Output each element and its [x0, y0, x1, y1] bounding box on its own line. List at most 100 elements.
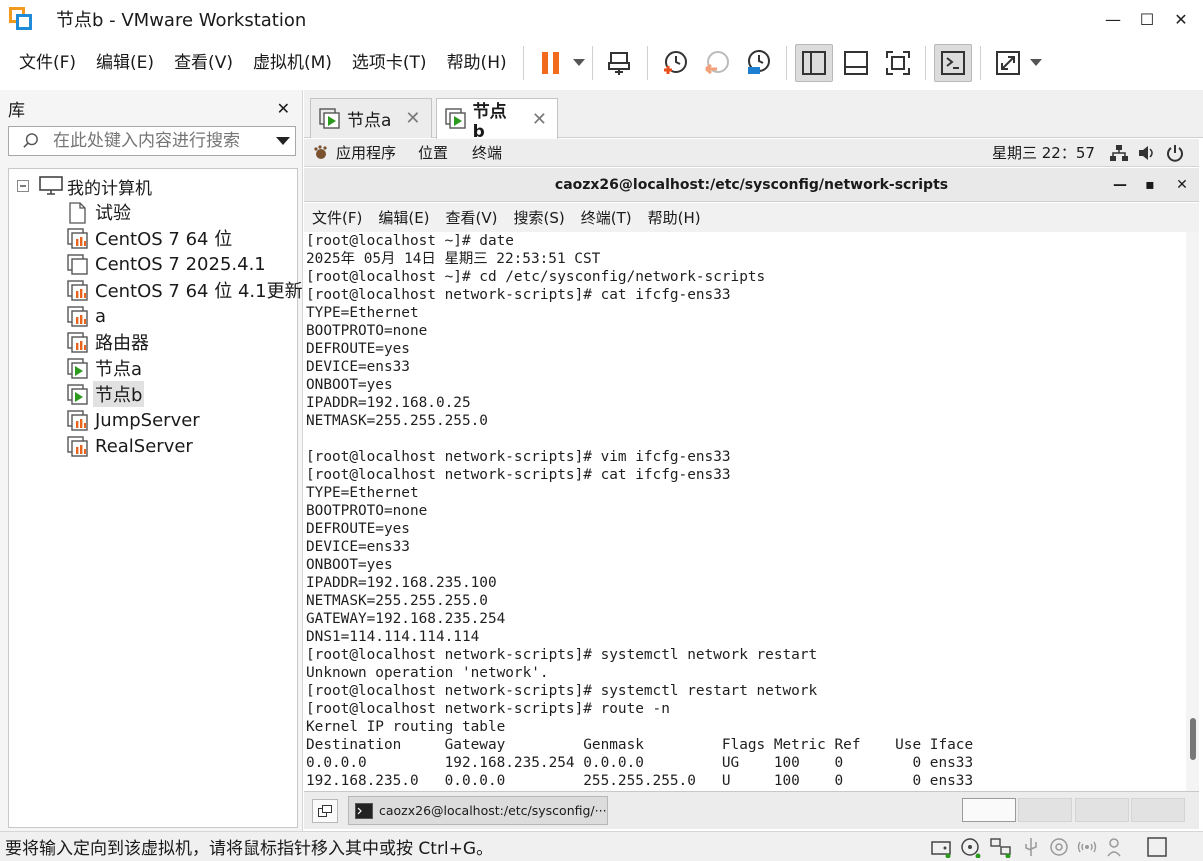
- vm-off-icon: [67, 436, 88, 457]
- terminal-menu-file[interactable]: 文件(F): [304, 207, 370, 228]
- library-search-box[interactable]: [8, 126, 296, 156]
- power-icon[interactable]: [1166, 144, 1184, 162]
- terminal-maximize-button[interactable]: ▪: [1133, 168, 1167, 202]
- wireless-icon[interactable]: [1076, 836, 1098, 858]
- maximize-button[interactable]: ☐: [1129, 0, 1165, 38]
- library-vm-item[interactable]: 节点a: [67, 355, 144, 381]
- library-vm-item[interactable]: 节点b: [67, 381, 145, 407]
- power-dropdown[interactable]: [572, 44, 586, 82]
- toolbar-separator: [646, 46, 648, 80]
- terminal-line: [root@localhost network-scripts]# vim if…: [306, 449, 731, 465]
- network-icon[interactable]: [1110, 144, 1128, 162]
- network-adapter-icon[interactable]: [990, 836, 1012, 858]
- library-vm-label: CentOS 7 64 位 4.1更新: [95, 281, 303, 302]
- gnome-places-menu[interactable]: 位置: [418, 142, 448, 163]
- vm-running-icon: [445, 108, 466, 129]
- library-panel: 库 ✕ 我的计算机 试验 CentOS 7 64 位 CentOS 7 2025.4…: [0, 90, 303, 831]
- console-view-button[interactable]: [933, 44, 972, 82]
- sound-card-icon[interactable]: [1048, 836, 1070, 858]
- vm-off-icon: [67, 306, 88, 327]
- library-vm-item[interactable]: JumpServer: [67, 407, 202, 433]
- terminal-output[interactable]: [root@localhost ~]# date 2025年 05月 14日 星期…: [304, 232, 1186, 791]
- library-vm-item[interactable]: a: [67, 303, 108, 329]
- usb-icon[interactable]: [1020, 836, 1042, 858]
- menu-help[interactable]: 帮助(H): [437, 38, 517, 88]
- menu-edit[interactable]: 编辑(E): [86, 38, 164, 88]
- minimize-button[interactable]: —: [1095, 0, 1131, 38]
- snapshot-manager-button[interactable]: [740, 44, 778, 82]
- revert-snapshot-button[interactable]: [698, 44, 736, 82]
- terminal-close-button[interactable]: ✕: [1165, 168, 1199, 202]
- library-vm-item[interactable]: CentOS 7 64 位 4.1更新: [67, 277, 305, 303]
- send-ctrl-alt-del-button[interactable]: [601, 44, 639, 82]
- terminal-menu-search[interactable]: 搜索(S): [506, 207, 573, 228]
- terminal-line: NETMASK=255.255.255.0: [306, 413, 488, 429]
- suspend-button[interactable]: [532, 44, 570, 82]
- library-search-input[interactable]: [52, 131, 272, 151]
- collapse-icon[interactable]: [17, 180, 29, 192]
- tab-label: 节点a: [347, 111, 392, 131]
- terminal-line: 192.168.235.0 0.0.0.0 255.255.255.0 U 10…: [306, 773, 974, 789]
- terminal-menu-view[interactable]: 查看(V): [438, 207, 506, 228]
- toolbar-separator: [591, 46, 593, 80]
- stretch-dropdown[interactable]: [1029, 44, 1043, 82]
- tab-close-icon[interactable]: ✕: [405, 108, 420, 129]
- library-close-button[interactable]: ✕: [277, 99, 290, 118]
- terminal-menu-terminal[interactable]: 终端(T): [573, 207, 640, 228]
- tab-node-a[interactable]: 节点a ✕: [310, 98, 432, 138]
- message-log-icon[interactable]: [1146, 836, 1168, 858]
- library-vm-item[interactable]: RealServer: [67, 433, 195, 459]
- workspace-4[interactable]: [1131, 798, 1185, 822]
- tree-root[interactable]: 我的计算机: [17, 173, 152, 199]
- show-desktop-button[interactable]: [312, 799, 338, 823]
- terminal-menu-help[interactable]: 帮助(H): [640, 207, 709, 228]
- menu-view[interactable]: 查看(V): [164, 38, 243, 88]
- gnome-clock[interactable]: 星期三 22：57: [992, 142, 1095, 163]
- cd-dvd-icon[interactable]: [960, 836, 982, 858]
- gnome-applications-menu[interactable]: 应用程序: [336, 142, 396, 163]
- tab-close-icon[interactable]: ✕: [532, 109, 547, 130]
- console-icon: [940, 51, 965, 75]
- tab-node-b[interactable]: 节点b ✕: [436, 98, 558, 142]
- terminal-scrollbar[interactable]: [1186, 232, 1199, 791]
- user-icon[interactable]: [1106, 836, 1128, 858]
- workspace-2[interactable]: [1018, 798, 1072, 822]
- template-icon: [67, 202, 87, 224]
- terminal-line: IPADDR=192.168.0.25: [306, 395, 471, 411]
- library-vm-label: 试验: [95, 203, 131, 224]
- terminal-title-bar: caozx26@localhost:/etc/sysconfig/network…: [304, 168, 1199, 202]
- taskbar-terminal-button[interactable]: caozx26@localhost:/etc/sysconfig/···: [348, 796, 608, 825]
- library-view-icon: [801, 51, 826, 75]
- volume-icon[interactable]: [1138, 144, 1156, 162]
- terminal-minimize-button[interactable]: —: [1103, 168, 1137, 202]
- workspace-1[interactable]: [962, 798, 1016, 822]
- guest-top-bar: 应用程序 位置 终端 星期三 22：57: [304, 139, 1199, 167]
- scrollbar-thumb[interactable]: [1190, 718, 1196, 760]
- take-snapshot-button[interactable]: [656, 44, 694, 82]
- menu-tabs[interactable]: 选项卡(T): [342, 38, 437, 88]
- library-vm-item[interactable]: CentOS 7 64 位: [67, 225, 234, 251]
- show-library-button[interactable]: [794, 44, 833, 82]
- workspace-3[interactable]: [1075, 798, 1129, 822]
- hard-disk-icon[interactable]: [930, 836, 952, 858]
- library-vm-item[interactable]: 路由器: [67, 329, 151, 355]
- stretch-guest-button[interactable]: [989, 44, 1027, 82]
- close-button[interactable]: ✕: [1163, 0, 1199, 38]
- search-dropdown[interactable]: [272, 136, 295, 146]
- full-screen-button[interactable]: [879, 44, 917, 82]
- thumbnail-view-icon: [843, 51, 868, 75]
- library-vm-label: RealServer: [95, 435, 193, 457]
- vm-off-icon: [67, 332, 88, 353]
- library-vm-item[interactable]: CentOS 7 2025.4.1: [67, 251, 268, 277]
- terminal-line: 2025年 05月 14日 星期三 22:53:51 CST: [306, 251, 601, 267]
- menu-vm[interactable]: 虚拟机(M): [243, 38, 342, 88]
- menu-file[interactable]: 文件(F): [9, 38, 86, 88]
- library-vm-item[interactable]: 试验: [67, 199, 133, 225]
- gnome-terminal-menu[interactable]: 终端: [472, 142, 502, 163]
- terminal-menu-edit[interactable]: 编辑(E): [370, 207, 437, 228]
- toolbar-separator: [522, 46, 524, 80]
- vm-tab-bar: 节点a ✕ 节点b ✕: [304, 90, 1203, 142]
- terminal-line: Destination Gateway Genmask Flags Metric…: [306, 737, 974, 753]
- thumbnail-bar-button[interactable]: [837, 44, 875, 82]
- vm-off-icon: [67, 228, 88, 249]
